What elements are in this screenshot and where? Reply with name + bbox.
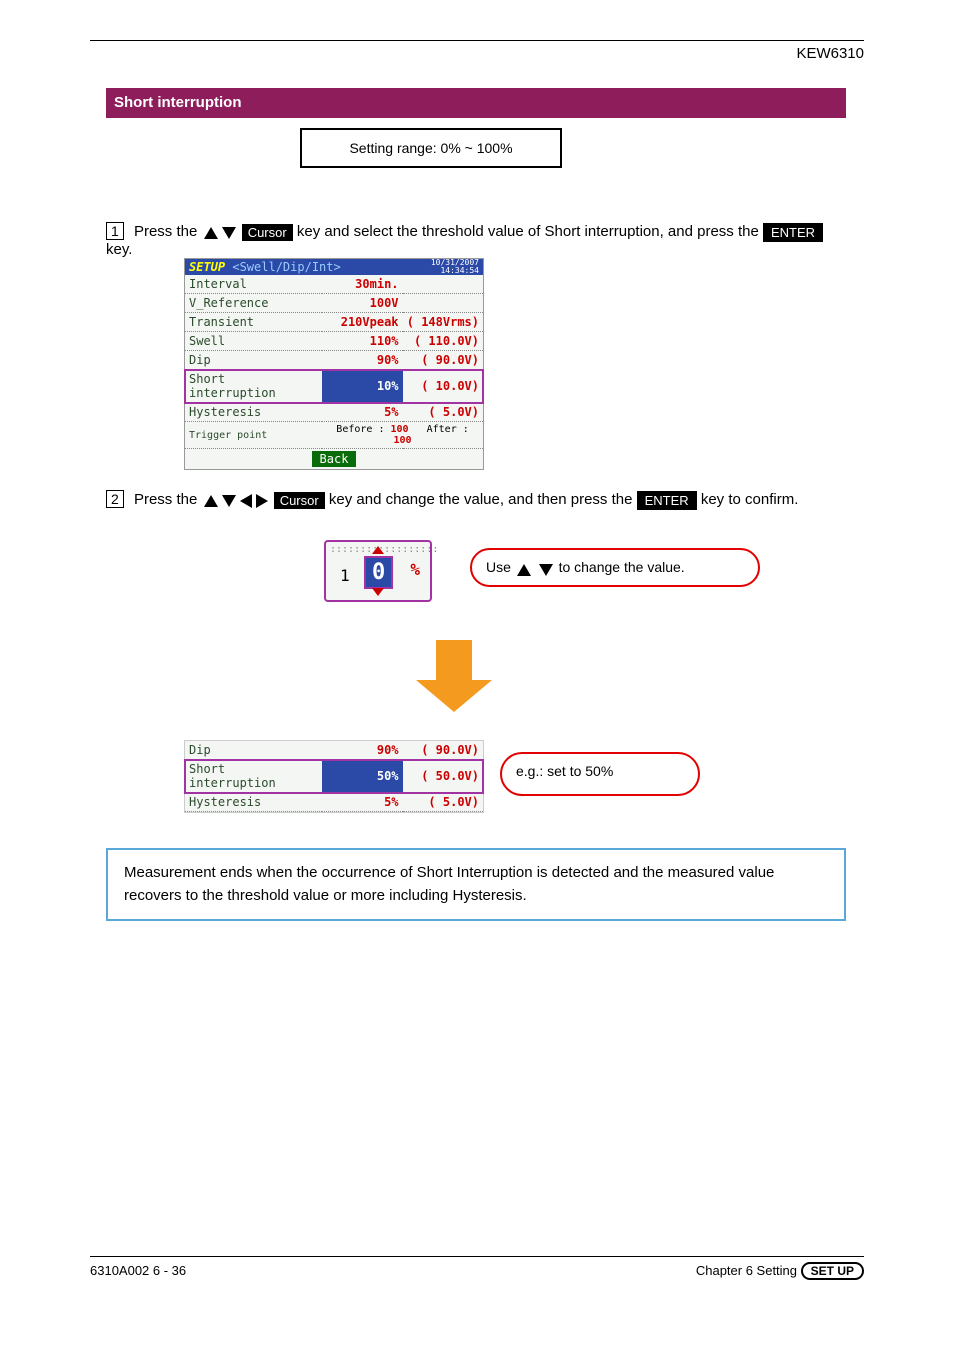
screenshot1-table: Interval30min.V_Reference100VTransient21…: [185, 275, 483, 469]
cursor-key-label: Cursor: [242, 224, 293, 241]
step1-prefix: Press the: [134, 223, 197, 240]
back-button-row: Back: [185, 449, 483, 470]
screenshot2-table: Dip90%( 90.0V)Short interruption50%( 50.…: [185, 741, 483, 812]
device-screenshot-2: Dip90%( 90.0V)Short interruption50%( 50.…: [184, 740, 484, 813]
table-row: Short interruption10%( 10.0V): [185, 370, 483, 403]
step1-mid: key and select the threshold value of Sh…: [297, 223, 759, 240]
table-row: Transient210Vpeak( 148Vrms): [185, 313, 483, 332]
table-row: Dip90%( 90.0V): [185, 741, 483, 760]
table-row: Hysteresis5%( 5.0V): [185, 793, 483, 812]
step2-prefix: Press the: [134, 491, 197, 508]
callout-example-50: e.g.: set to 50%: [500, 752, 700, 796]
cursor-up-down-icon: [202, 224, 238, 241]
digit-tens: 1: [340, 566, 350, 585]
table-row: Swell110%( 110.0V): [185, 332, 483, 351]
step1-suffix: key.: [106, 241, 132, 258]
table-row: V_Reference100V: [185, 294, 483, 313]
section-banner: Short interruption: [106, 88, 846, 118]
info-note-box: Measurement ends when the occurrence of …: [106, 848, 846, 921]
table-row: Interval30min.: [185, 275, 483, 294]
table-row: Short interruption50%( 50.0V): [185, 760, 483, 793]
digit-edit-popup: :::::::::::::::::: 1 0 %: [324, 540, 432, 602]
setup-pill-icon: SET UP: [801, 1262, 864, 1280]
trigger-point-row: Trigger point Before : 100 After : 100: [185, 422, 483, 449]
back-button[interactable]: Back: [312, 451, 357, 467]
table-row: Hysteresis5%( 5.0V): [185, 403, 483, 422]
digit-up-icon[interactable]: [372, 546, 384, 554]
digit-selected[interactable]: 0: [364, 556, 393, 589]
cursor-all-icons: [202, 492, 270, 509]
callout-change-value: Use to change the value.: [470, 548, 760, 587]
enter-key-label: ENTER: [763, 223, 823, 242]
page-header: KEW6310: [90, 40, 864, 62]
enter-key-label-2: ENTER: [637, 491, 697, 510]
updown-inline-icons: [515, 559, 555, 577]
step-2: 2 Press the Cursor key and change the va…: [106, 490, 846, 509]
percent-symbol: %: [410, 560, 420, 579]
footer-left: 6310A002 6 - 36: [90, 1263, 186, 1278]
digit-down-icon[interactable]: [372, 588, 384, 596]
device-screenshot-1: SETUP <Swell/Dip/Int> 10/31/200714:34:54…: [184, 258, 484, 470]
step-number-1: 1: [106, 222, 124, 240]
table-row: Dip90%( 90.0V): [185, 351, 483, 370]
page-footer: 6310A002 6 - 36 Chapter 6 Setting SET UP: [90, 1256, 864, 1278]
setting-range-box: Setting range: 0% ~ 100%: [300, 128, 562, 168]
footer-right: Chapter 6 Setting SET UP: [696, 1263, 864, 1278]
cursor-key-label-2: Cursor: [274, 492, 325, 509]
step-1: 1 Press the Cursor key and select the th…: [106, 222, 846, 258]
step-number-2: 2: [106, 490, 124, 508]
screenshot1-titlebar: SETUP <Swell/Dip/Int> 10/31/200714:34:54: [185, 259, 483, 275]
step2-suffix: key to confirm.: [701, 491, 799, 508]
step2-mid: key and change the value, and then press…: [329, 491, 633, 508]
